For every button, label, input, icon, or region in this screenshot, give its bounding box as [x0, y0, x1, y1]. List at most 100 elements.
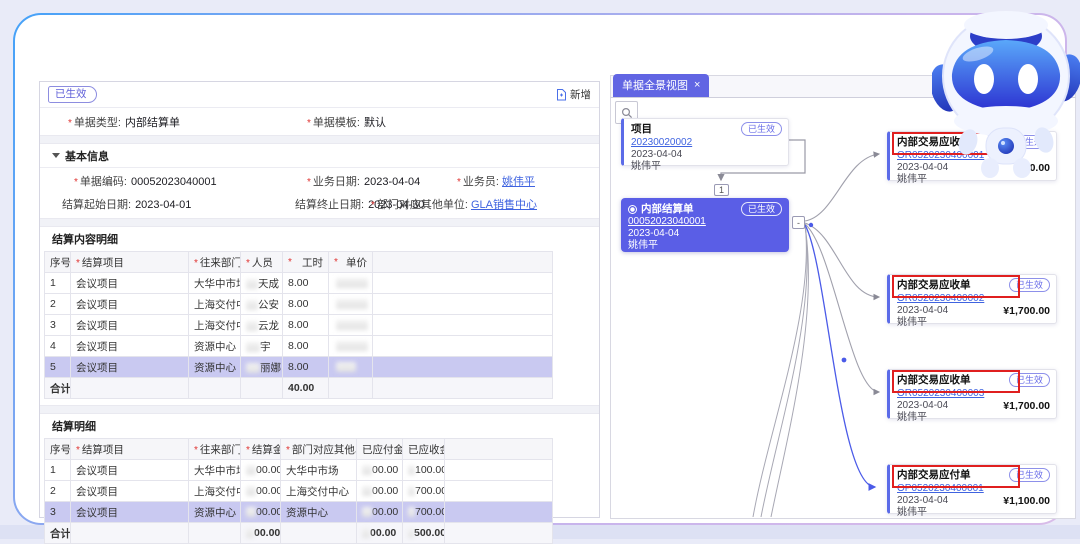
section-gap	[40, 135, 599, 144]
redacted-text	[408, 528, 414, 538]
redacted-text	[336, 320, 368, 330]
required-mark: *	[307, 118, 311, 129]
search-icon	[621, 107, 633, 119]
doc-code-link[interactable]: OR0520230400002	[897, 293, 984, 304]
table-row[interactable]: 3会议项目上海交付中心云龙8.00	[45, 315, 553, 336]
collapse-toggle[interactable]: -	[792, 216, 805, 229]
settlement-node-date: 2023-04-04	[628, 228, 782, 240]
settlement-code-link[interactable]: 00052023040001	[628, 216, 706, 227]
salesman-link[interactable]: 姚伟平	[502, 176, 535, 188]
tab-document-panorama[interactable]: 单据全景视图 ×	[613, 74, 709, 97]
template-field: *单据模板:默认	[307, 114, 386, 130]
dept-unit-label: 部门对应其他单位:	[377, 199, 468, 211]
detail-table-total-row: 合计00.0000.00500.00	[45, 523, 553, 544]
content-table-total-row: 合计40.00	[45, 378, 553, 399]
col-amount: *结算金额	[241, 439, 281, 460]
current-doc-icon	[628, 205, 637, 214]
doc-node-date: 2023-04-04	[897, 495, 948, 507]
biz-date-value: 2023-04-04	[364, 176, 420, 188]
table-row-selected[interactable]: 5会议项目资源中心丽娜8.00	[45, 357, 553, 378]
col-dept: *往来部门	[189, 252, 241, 273]
doc-type-field: *单据类型:内部结算单	[68, 114, 180, 130]
doc-node-person: 姚伟平	[897, 317, 1050, 329]
status-badge: 已生效	[741, 202, 782, 216]
col-no: 序号	[45, 252, 71, 273]
table-row[interactable]: 1会议项目大华中市场天成8.00	[45, 273, 553, 294]
redacted-text	[246, 279, 258, 289]
salesman-field: *业务员: 姚伟平	[457, 173, 535, 189]
status-badge: 已生效	[1009, 373, 1050, 387]
close-icon[interactable]: ×	[694, 79, 700, 91]
table-row[interactable]: 4会议项目资源中心宇8.00	[45, 336, 553, 357]
col-paid: 已应付金额	[357, 439, 403, 460]
project-code-link[interactable]: 20230020002	[631, 137, 692, 148]
add-doc-icon	[556, 89, 567, 101]
child-count-box[interactable]: 1	[714, 184, 729, 196]
document-graph-panel: 单据全景视图 ×	[610, 75, 1076, 519]
redacted-text	[246, 342, 260, 352]
project-node[interactable]: 项目已生效 20230020002 2023-04-04 姚伟平	[621, 118, 789, 166]
doc-code-link[interactable]: OR0520230400003	[897, 388, 984, 399]
col-item: *结算项目	[71, 439, 189, 460]
redacted-text	[362, 465, 372, 475]
receivable-node-3[interactable]: 内部交易应收单已生效 OR0520230400003 2023-04-04¥1,…	[887, 369, 1057, 419]
receivable-node-2[interactable]: 内部交易应收单已生效 OR0520230400002 2023-04-04¥1,…	[887, 274, 1057, 324]
redacted-text	[408, 486, 415, 496]
status-badge: 已生效	[1009, 278, 1050, 292]
table-row[interactable]: 2会议项目上海交付中心00.00上海交付中心00.00700.00	[45, 481, 553, 502]
payable-node-1[interactable]: 内部交易应付单已生效 OP0520230400001 2023-04-04¥1,…	[887, 464, 1057, 514]
doc-type-row: *单据类型:内部结算单 *单据模板:默认	[40, 108, 599, 135]
app-frame-inner: 已生效 新增 *单据类型:内部结算单 *单据模板:默认 基本信息 *单据编码:0…	[15, 15, 1065, 523]
redacted-text	[362, 528, 370, 538]
required-mark: *	[74, 177, 78, 188]
status-badge: 已生效	[1009, 135, 1050, 149]
doc-node-amount: ¥1,100.00	[1003, 495, 1050, 507]
add-button[interactable]: 新增	[556, 87, 591, 102]
section-gap	[40, 218, 599, 227]
doc-node-title: 内部交易应收单	[897, 136, 971, 148]
detail-table-title: 结算明细	[40, 414, 599, 438]
redacted-text	[336, 278, 368, 288]
project-node-date: 2023-04-04	[631, 149, 782, 161]
receivable-node-1[interactable]: 内部交易应收单已生效 OR0520230400001 2023-04-040.0…	[887, 131, 1057, 181]
basic-info-header[interactable]: 基本信息	[40, 144, 599, 168]
code-label: 单据编码:	[80, 176, 127, 188]
table-row[interactable]: 2会议项目上海交付中心公安8.00	[45, 294, 553, 315]
col-filler	[373, 252, 553, 273]
doc-code-link[interactable]: OP0520230400001	[897, 483, 984, 494]
graph-tabbar: 单据全景视图 ×	[610, 75, 1076, 98]
redacted-text	[246, 363, 260, 373]
redacted-text	[246, 486, 256, 496]
doc-node-person: 姚伟平	[897, 412, 1050, 424]
doc-node-title: 内部交易应收单	[897, 374, 971, 386]
required-mark: *	[307, 177, 311, 188]
doc-node-date: 2023-04-04	[897, 400, 948, 412]
app-frame: 已生效 新增 *单据类型:内部结算单 *单据模板:默认 基本信息 *单据编码:0…	[13, 13, 1067, 525]
tab-label: 单据全景视图	[622, 77, 688, 93]
col-hours: *工时	[283, 252, 329, 273]
redacted-text	[336, 341, 368, 351]
biz-date-field: *业务日期:2023-04-04	[307, 173, 420, 189]
settlement-node-selected[interactable]: 内部结算单已生效 00052023040001 2023-04-04 姚伟平	[621, 198, 789, 252]
template-label: 单据模板:	[313, 117, 360, 129]
collapse-triangle-icon	[52, 153, 60, 158]
redacted-text	[336, 299, 368, 309]
status-badge: 已生效	[48, 86, 97, 103]
add-button-label: 新增	[570, 87, 591, 102]
redacted-text	[246, 321, 258, 331]
required-mark: *	[68, 118, 72, 129]
settlement-node-person: 姚伟平	[628, 240, 782, 252]
doc-code-link[interactable]: OR0520230400001	[897, 150, 984, 161]
table-row[interactable]: 1会议项目大华中市场00.00大华中市场00.00100.00	[45, 460, 553, 481]
dept-unit-link[interactable]: GLA销售中心	[471, 199, 537, 211]
redacted-text	[362, 507, 372, 517]
col-dept: *往来部门	[189, 439, 241, 460]
table-row-selected[interactable]: 3会议项目资源中心00.00资源中心00.00700.00	[45, 502, 553, 523]
settlement-form-panel: 已生效 新增 *单据类型:内部结算单 *单据模板:默认 基本信息 *单据编码:0…	[39, 81, 600, 518]
required-mark: *	[371, 200, 375, 211]
doc-type-label: 单据类型:	[74, 117, 121, 129]
doc-node-person: 姚伟平	[897, 507, 1050, 519]
content-table-header: 序号 *结算项目 *往来部门 *人员 *工时 *单价	[45, 252, 553, 273]
redacted-text	[246, 465, 256, 475]
code-field: *单据编码:00052023040001	[74, 173, 217, 189]
